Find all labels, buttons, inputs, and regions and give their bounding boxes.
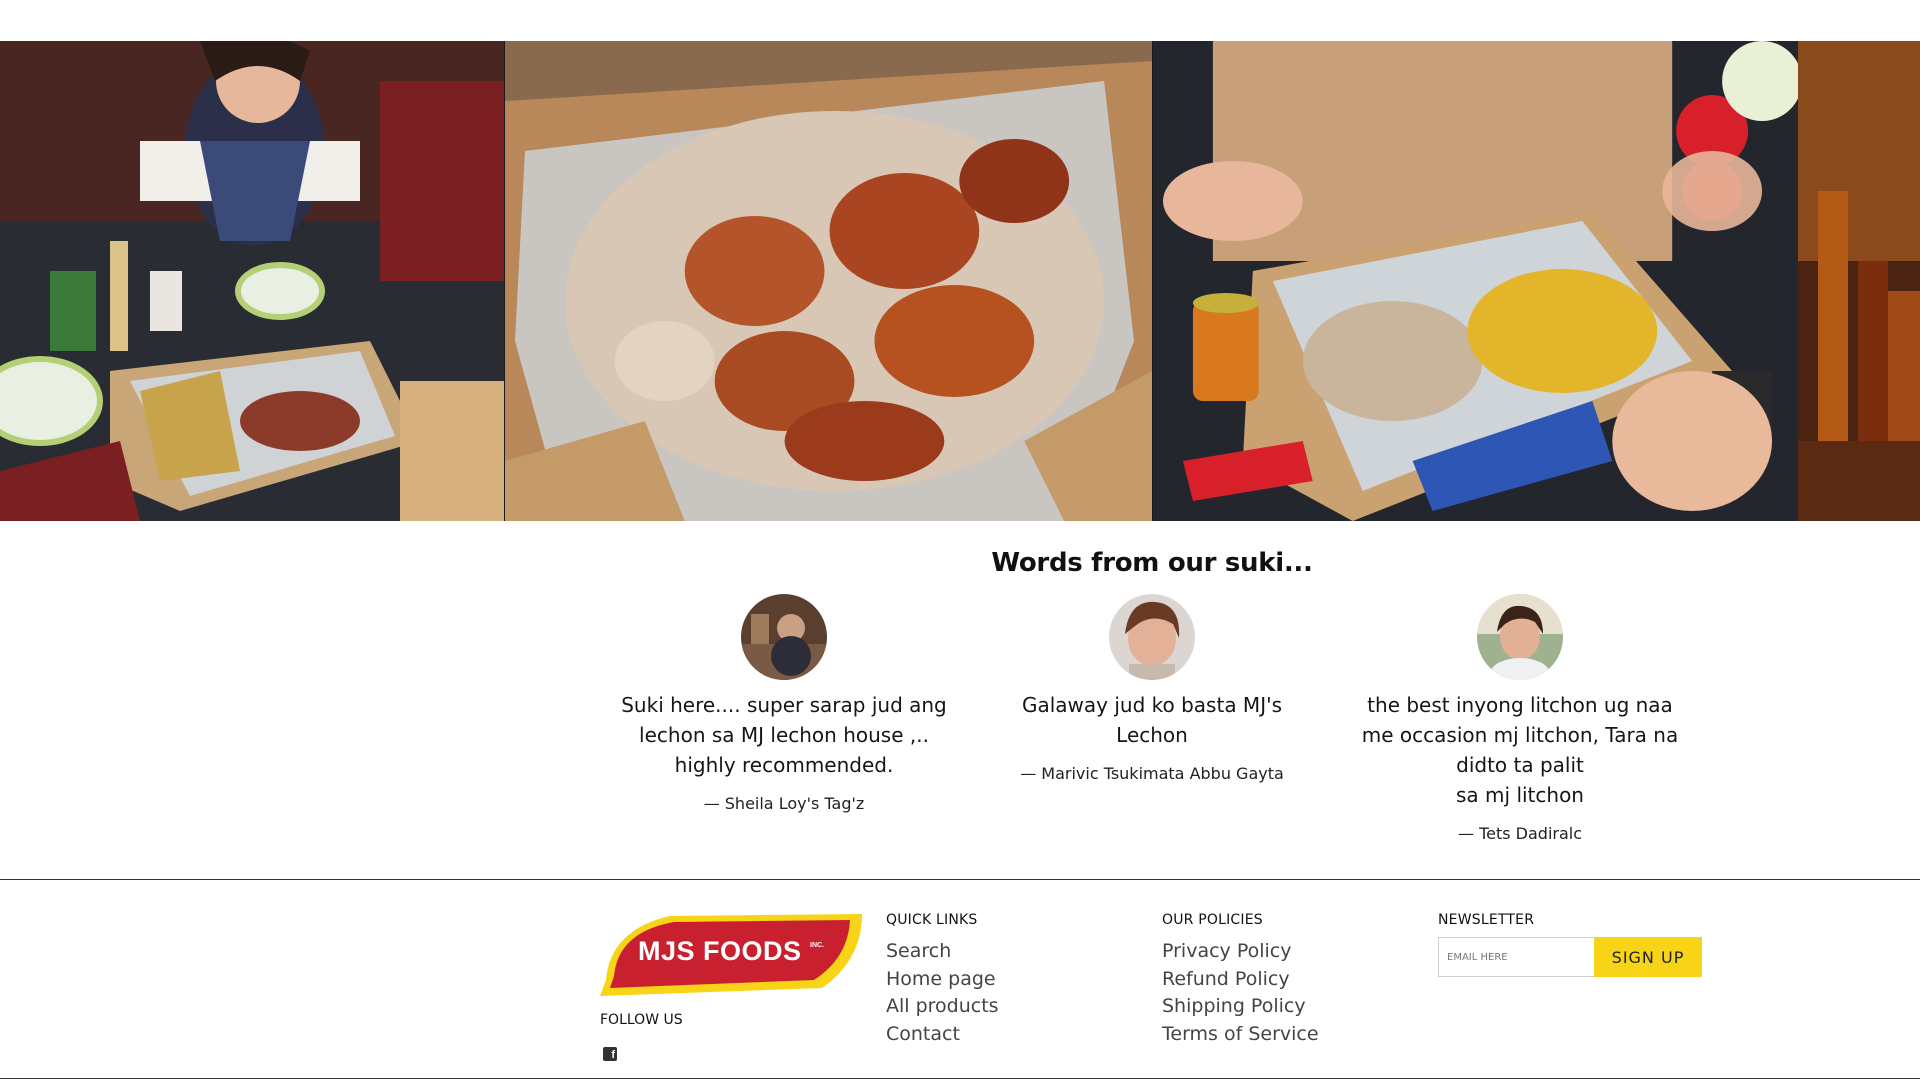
photo-gallery (0, 41, 1920, 521)
gallery-photo-group-meal[interactable] (0, 41, 504, 521)
shared-box-image (1153, 41, 1798, 521)
newsletter-heading: NEWSLETTER (1438, 912, 1535, 928)
testimonial-author: — Marivic Tsukimata Abbu Gayta (1020, 764, 1284, 783)
testimonial-card: Suki here.... super sarap jud ang lechon… (614, 594, 954, 813)
footer-link-privacy-policy[interactable]: Privacy Policy (1162, 938, 1319, 966)
testimonial-card: Galaway jud ko basta MJ's Lechon — Mariv… (982, 594, 1322, 783)
facebook-icon[interactable]: f (603, 1047, 617, 1061)
testimonials-title: Words from our suki... (991, 548, 1313, 578)
quote-line: lechon sa MJ lechon house ,.. (639, 723, 929, 747)
bottles-image (1798, 41, 1920, 521)
gallery-photo-shared-box[interactable] (1152, 41, 1798, 521)
quote-line: didto ta palit (1456, 753, 1584, 777)
logo-text: MJS FOODS (638, 936, 802, 966)
footer-divider (0, 879, 1920, 880)
testimonial-author: — Tets Dadiralc (1457, 824, 1583, 843)
testimonial-quote: Galaway jud ko basta MJ's Lechon (982, 690, 1322, 750)
footer-link-home-page[interactable]: Home page (886, 966, 999, 994)
footer-link-refund-policy[interactable]: Refund Policy (1162, 966, 1319, 994)
testimonial-quote: Suki here.... super sarap jud ang lechon… (614, 690, 954, 780)
avatar (741, 594, 827, 680)
newsletter-email-input[interactable] (1438, 937, 1594, 977)
quote-line: sa mj litchon (1456, 783, 1584, 807)
avatar-image (1109, 594, 1195, 680)
quote-line: the best inyong litchon ug naa (1367, 693, 1673, 717)
testimonial-card: the best inyong litchon ug naa me occasi… (1350, 594, 1690, 843)
avatar-image (741, 594, 827, 680)
quote-line: Galaway jud ko basta MJ's (1021, 693, 1283, 717)
testimonial-quote: the best inyong litchon ug naa me occasi… (1350, 690, 1690, 810)
our-policies-heading: OUR POLICIES (1162, 912, 1263, 928)
mjs-foods-logo[interactable]: MJS FOODS INC. (600, 910, 866, 996)
footer-bottom-divider (0, 1078, 1920, 1079)
gallery-photo-lechon-closeup[interactable] (504, 41, 1152, 521)
sign-up-button[interactable]: SIGN UP (1594, 937, 1702, 977)
quote-line: highly recommended. (674, 753, 894, 777)
quick-links-list: Search Home page All products Contact (886, 938, 999, 1048)
quote-line: Lechon (1116, 723, 1188, 747)
avatar-image (1477, 594, 1563, 680)
group-meal-image (0, 41, 504, 521)
logo-suffix: INC. (810, 942, 824, 949)
policies-list: Privacy Policy Refund Policy Shipping Po… (1162, 938, 1319, 1048)
quote-line: me occasion mj litchon, Tara na (1361, 723, 1679, 747)
footer-link-terms-of-service[interactable]: Terms of Service (1162, 1021, 1319, 1049)
footer-link-all-products[interactable]: All products (886, 993, 999, 1021)
footer-link-search[interactable]: Search (886, 938, 999, 966)
gallery-photo-bottles[interactable] (1798, 41, 1920, 521)
quick-links-heading: QUICK LINKS (886, 912, 978, 928)
testimonial-author: — Sheila Loy's Tag'z (703, 794, 865, 813)
lechon-closeup-image (505, 41, 1152, 521)
avatar (1477, 594, 1563, 680)
follow-us-label: FOLLOW US (600, 1012, 683, 1028)
avatar (1109, 594, 1195, 680)
footer-link-shipping-policy[interactable]: Shipping Policy (1162, 993, 1319, 1021)
quote-line: Suki here.... super sarap jud ang (621, 693, 947, 717)
footer-link-contact[interactable]: Contact (886, 1021, 999, 1049)
